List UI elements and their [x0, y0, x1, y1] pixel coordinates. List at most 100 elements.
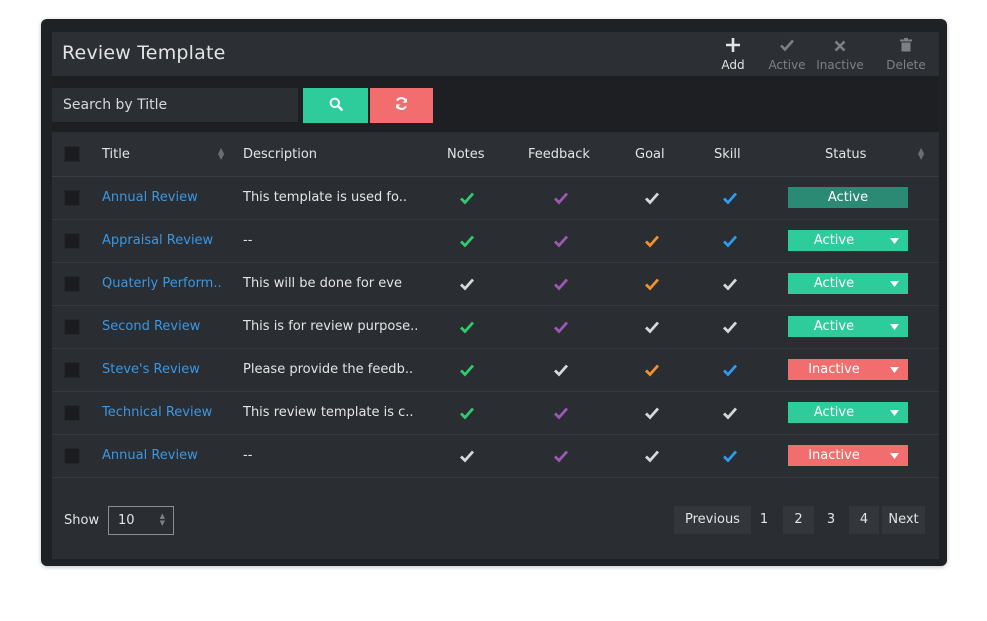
goal-check-icon — [644, 233, 660, 249]
search-bar — [52, 76, 939, 132]
feedback-check-icon — [553, 190, 569, 206]
active-label: Active — [768, 58, 806, 72]
show-label: Show — [64, 513, 100, 528]
review-description: This template is used fo.. — [243, 190, 407, 205]
column-goal: Goal — [635, 147, 665, 162]
chevron-down-icon — [880, 359, 908, 380]
notes-check-icon — [459, 362, 475, 378]
refresh-icon — [394, 96, 409, 115]
status-dropdown[interactable]: Active — [788, 273, 908, 294]
table-body: Annual Review This template is used fo.. A… — [52, 177, 939, 478]
panel-header: Review Template Add Active Inactive Dele… — [52, 32, 939, 76]
row-checkbox[interactable] — [64, 190, 80, 206]
table-footer: Show 10 ▲ ▼ Previous 1 2 3 4 Next — [52, 494, 939, 554]
chevron-down-icon — [880, 273, 908, 294]
search-icon — [329, 96, 343, 115]
page-button-current[interactable]: 2 — [783, 506, 814, 534]
feedback-check-icon — [553, 448, 569, 464]
column-title[interactable]: Title — [102, 147, 130, 162]
review-description: -- — [243, 448, 253, 463]
page-button[interactable]: 4 — [849, 506, 879, 534]
trash-icon — [878, 36, 934, 58]
status-dropdown[interactable]: Active — [788, 230, 908, 251]
feedback-check-icon — [553, 276, 569, 292]
review-description: This will be done for eve — [243, 276, 402, 291]
review-description: This review template is c.. — [243, 405, 414, 420]
goal-check-icon — [644, 448, 660, 464]
status-label: Active — [813, 319, 855, 334]
column-skill: Skill — [714, 147, 741, 162]
skill-check-icon — [722, 319, 738, 335]
status-dropdown[interactable]: Inactive — [788, 359, 908, 380]
status-dropdown[interactable]: Active — [788, 316, 908, 337]
skill-check-icon — [722, 276, 738, 292]
column-status[interactable]: Status — [825, 147, 866, 162]
delete-label: Delete — [886, 58, 926, 72]
column-notes: Notes — [447, 147, 485, 162]
review-title-link[interactable]: Steve's Review — [102, 362, 200, 377]
status-label: Active — [827, 190, 869, 205]
skill-check-icon — [722, 362, 738, 378]
column-feedback: Feedback — [528, 147, 590, 162]
status-dropdown[interactable]: Active — [788, 187, 908, 208]
status-label: Active — [813, 233, 855, 248]
status-dropdown[interactable]: Active — [788, 402, 908, 423]
skill-check-icon — [722, 190, 738, 206]
status-label: Active — [813, 276, 855, 291]
review-title-link[interactable]: Appraisal Review — [102, 233, 213, 248]
reset-button[interactable] — [370, 88, 433, 123]
review-description: -- — [243, 233, 253, 248]
delete-button[interactable]: Delete — [878, 36, 934, 72]
feedback-check-icon — [553, 233, 569, 249]
review-title-link[interactable]: Second Review — [102, 319, 200, 334]
goal-check-icon — [644, 190, 660, 206]
active-button[interactable]: Active — [759, 36, 815, 72]
chevron-down-icon — [880, 445, 908, 466]
select-all-checkbox[interactable] — [64, 146, 80, 162]
review-description: Please provide the feedb.. — [243, 362, 414, 377]
row-checkbox[interactable] — [64, 405, 80, 421]
search-button[interactable] — [303, 88, 368, 123]
status-label: Inactive — [808, 448, 860, 463]
row-checkbox[interactable] — [64, 276, 80, 292]
page-title: Review Template — [62, 42, 226, 64]
skill-check-icon — [722, 448, 738, 464]
review-title-link[interactable]: Technical Review — [102, 405, 212, 420]
plus-icon — [705, 36, 761, 58]
notes-check-icon — [459, 405, 475, 421]
page-size-select[interactable]: 10 ▲ ▼ — [108, 506, 174, 535]
goal-check-icon — [644, 319, 660, 335]
add-button[interactable]: Add — [705, 36, 761, 72]
chevron-down-icon — [880, 230, 908, 251]
review-title-link[interactable]: Annual Review — [102, 190, 198, 205]
status-label: Inactive — [808, 362, 860, 377]
check-icon — [759, 36, 815, 58]
review-title-link[interactable]: Quaterly Perform.. — [102, 276, 222, 291]
inactive-button[interactable]: Inactive — [812, 36, 868, 72]
search-input[interactable] — [52, 88, 298, 122]
previous-page-button[interactable]: Previous — [674, 506, 751, 534]
page-button[interactable]: 3 — [817, 506, 845, 534]
row-checkbox[interactable] — [64, 362, 80, 378]
table-header: Title ▲ ▼ Description Notes Feedback Goal… — [52, 134, 939, 177]
goal-check-icon — [644, 405, 660, 421]
status-dropdown[interactable]: Inactive — [788, 445, 908, 466]
inactive-label: Inactive — [816, 58, 864, 72]
table-row: Steve's Review Please provide the feedb..… — [52, 349, 939, 392]
page-button[interactable]: 1 — [750, 506, 778, 534]
column-description: Description — [243, 147, 318, 162]
table-row: Annual Review This template is used fo.. A… — [52, 177, 939, 220]
row-checkbox[interactable] — [64, 319, 80, 335]
notes-check-icon — [459, 276, 475, 292]
next-page-button[interactable]: Next — [882, 506, 925, 534]
panel-content: Review Template Add Active Inactive Dele… — [52, 32, 939, 559]
add-label: Add — [721, 58, 745, 72]
notes-check-icon — [459, 448, 475, 464]
row-checkbox[interactable] — [64, 448, 80, 464]
select-arrows-icon: ▲ ▼ — [159, 512, 165, 527]
sort-icon: ▲ ▼ — [918, 146, 925, 161]
table-row: Annual Review -- Inactive — [52, 435, 939, 478]
row-checkbox[interactable] — [64, 233, 80, 249]
review-title-link[interactable]: Annual Review — [102, 448, 198, 463]
sort-icon: ▲ ▼ — [218, 146, 225, 161]
